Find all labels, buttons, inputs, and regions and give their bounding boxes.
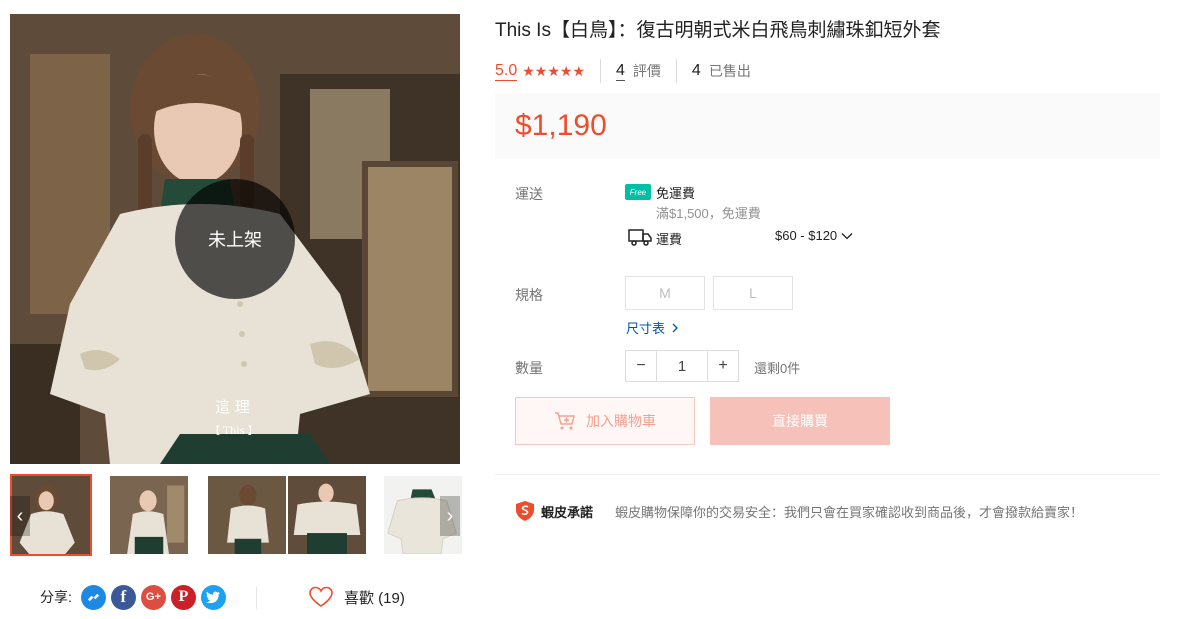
thumbnail-image xyxy=(110,476,188,554)
divider xyxy=(600,59,602,83)
twitter-icon[interactable] xyxy=(200,584,226,610)
star-rating-icon: ★★★★★ xyxy=(522,62,586,79)
watermark-subtitle: 【 This 】 xyxy=(210,426,258,437)
shopee-guarantee: 蝦皮承諾 蝦皮購物保障你的交易安全：我們只會在買家確認收到商品後，才會撥款給賣家… xyxy=(515,500,1083,522)
truck-icon xyxy=(628,229,652,246)
product-title: This Is【白鳥】：復古明朝式米白飛鳥刺繡珠釦短外套 xyxy=(495,20,941,41)
quantity-minus-button[interactable]: − xyxy=(625,350,657,382)
shipping-fee-label: 運費 xyxy=(656,232,683,247)
chevron-down-icon xyxy=(841,232,853,239)
watermark-title: 這 理 xyxy=(215,398,250,416)
thumbnail-strip: ‹ › xyxy=(10,474,462,556)
messenger-icon[interactable] xyxy=(80,584,106,610)
stock-remaining: 還剩0件 xyxy=(754,361,801,376)
divider xyxy=(675,59,677,83)
quantity-stepper: − 1 + xyxy=(625,350,739,382)
share-row: 分享: f G+ P xyxy=(40,583,226,611)
price-box: $1,190 xyxy=(495,93,1160,159)
rating-value[interactable]: 5.0 xyxy=(495,62,518,81)
size-option-m[interactable]: M xyxy=(625,276,705,310)
add-to-cart-button[interactable]: 加入購物車 xyxy=(515,397,695,445)
size-chart-link[interactable]: 尺寸表 xyxy=(626,318,681,337)
google-plus-icon[interactable]: G+ xyxy=(140,584,166,610)
sold-count: 4 xyxy=(691,62,701,79)
thumbnail-4[interactable] xyxy=(286,474,368,556)
thumbnail-prev-arrow[interactable]: ‹ xyxy=(10,496,30,536)
buy-now-button[interactable]: 直接購買 xyxy=(710,397,890,445)
thumbnail-3[interactable] xyxy=(206,474,288,556)
shipping-fee-range: $60 - $120 xyxy=(775,228,838,243)
main-product-image[interactable]: 這 理 【 This 】 未上架 xyxy=(10,14,460,464)
quantity-label: 數量 xyxy=(515,360,543,376)
quantity-input[interactable]: 1 xyxy=(657,350,707,382)
chevron-right-icon xyxy=(672,323,678,332)
size-option-l[interactable]: L xyxy=(713,276,793,310)
unlisted-badge: 未上架 xyxy=(175,179,295,299)
rating-row: 5.0 ★★★★★ 4 評價 4 已售出 xyxy=(495,58,751,84)
heart-icon xyxy=(309,586,333,607)
sold-label: 已售出 xyxy=(708,63,751,79)
section-divider xyxy=(495,474,1160,475)
facebook-icon[interactable]: f xyxy=(110,584,136,610)
cart-icon xyxy=(555,412,575,430)
thumbnail-image xyxy=(288,476,366,554)
thumbnail-image xyxy=(208,476,286,554)
shield-icon xyxy=(516,501,534,521)
like-label: 喜歡 (19) xyxy=(344,589,405,607)
size-chart-label: 尺寸表 xyxy=(626,321,666,336)
free-shipping-icon: Free xyxy=(625,184,651,200)
variation-label: 規格 xyxy=(515,287,543,303)
share-divider xyxy=(256,587,257,609)
share-label: 分享: xyxy=(40,589,72,605)
free-shipping-condition: 滿$1,500，免運費 xyxy=(656,206,761,221)
thumbnail-2[interactable] xyxy=(108,474,190,556)
add-to-cart-label: 加入購物車 xyxy=(586,413,656,429)
guarantee-text: 蝦皮購物保障你的交易安全：我們只會在買家確認收到商品後，才會撥款給賣家！ xyxy=(615,504,1084,520)
guarantee-title: 蝦皮承諾 xyxy=(541,504,594,520)
shipping-fee-dropdown[interactable]: $60 - $120 xyxy=(775,228,853,243)
price: $1,190 xyxy=(515,109,607,142)
shipping-label: 運送 xyxy=(515,186,543,202)
pinterest-icon[interactable]: P xyxy=(170,584,196,610)
free-shipping-title: 免運費 xyxy=(656,186,696,201)
quantity-plus-button[interactable]: + xyxy=(707,350,739,382)
review-count[interactable]: 4 xyxy=(616,62,625,81)
thumbnail-next-arrow[interactable]: › xyxy=(440,496,460,536)
review-label: 評價 xyxy=(632,63,661,79)
like-button[interactable]: 喜歡 (19) xyxy=(308,583,405,611)
